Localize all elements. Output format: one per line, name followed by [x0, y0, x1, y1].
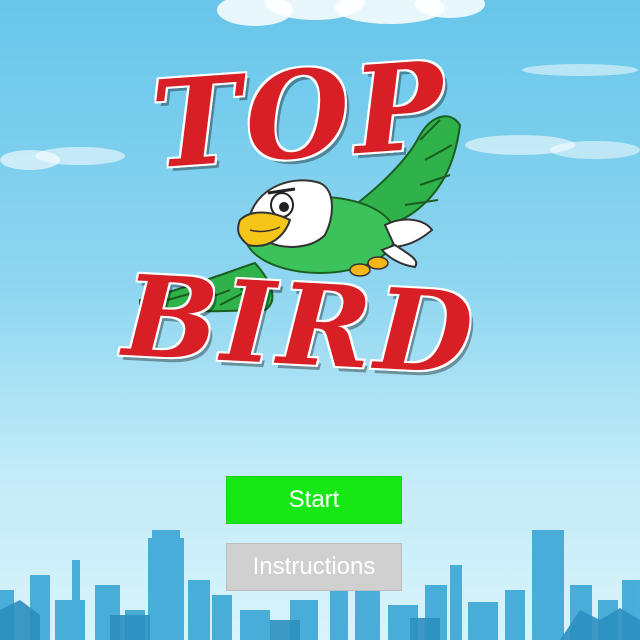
game-logo: TOP BIRD: [120, 35, 480, 405]
cloud-icon: [465, 135, 640, 159]
instructions-button[interactable]: Instructions: [226, 543, 402, 591]
cloud-icon: [522, 64, 638, 76]
title-bottom-word: BIRD: [120, 250, 480, 401]
cloud-icon: [217, 0, 485, 26]
start-button[interactable]: Start: [226, 476, 402, 524]
cloud-icon: [0, 147, 125, 170]
